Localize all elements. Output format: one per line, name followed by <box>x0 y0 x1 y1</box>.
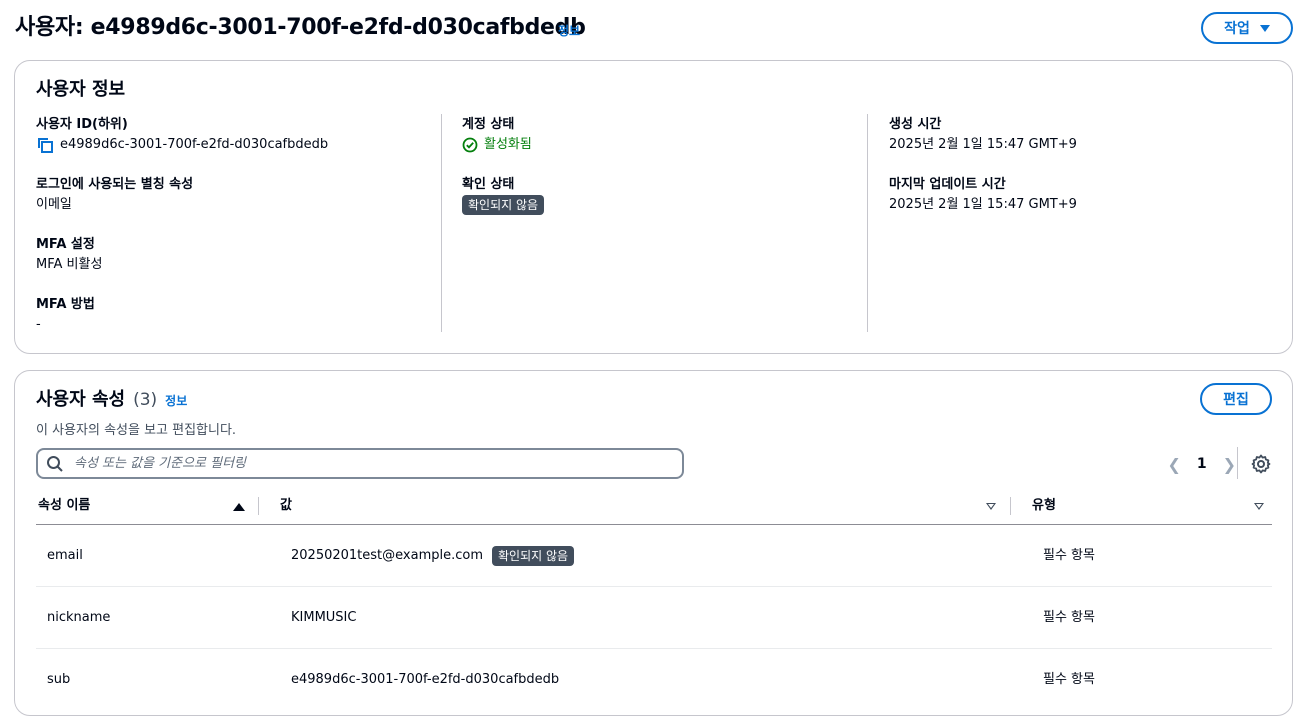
created-value: 2025년 2월 1일 15:47 GMT+9 <box>889 137 1077 152</box>
pagination: ❮ 1 ❯ <box>1167 453 1236 475</box>
actions-button-label: 작업 <box>1224 21 1250 37</box>
status-badge: 확인되지 않음 <box>492 546 575 566</box>
title-info-link[interactable]: 정보 <box>558 22 580 39</box>
copy-icon[interactable] <box>36 136 54 154</box>
table-row: email 20250201test@example.com 확인되지 않음 필… <box>36 525 1272 587</box>
alias-value: 이메일 <box>36 197 72 212</box>
user-info-container: 사용자 정보 사용자 ID(하위) e4989d6c-3001-700f-e2f… <box>14 60 1293 354</box>
next-page-icon[interactable]: ❯ <box>1223 455 1236 474</box>
column-header-name[interactable]: 속성 이름 <box>38 489 90 525</box>
page-header: 사용자: e4989d6c-3001-700f-e2fd-d030cafbded… <box>15 12 1293 44</box>
user-id-field: 사용자 ID(하위) e4989d6c-3001-700f-e2fd-d030c… <box>36 115 436 175</box>
pager-divider <box>1237 447 1238 479</box>
cell-attribute-name: nickname <box>47 610 111 625</box>
account-status-value: 활성화됨 <box>484 137 532 152</box>
account-status-field: 계정 상태 활성화됨 <box>462 115 862 175</box>
mfa-method-value: - <box>36 317 41 332</box>
previous-page-icon[interactable]: ❮ <box>1167 455 1180 474</box>
sort-icon[interactable] <box>1254 503 1264 510</box>
column-resizer[interactable] <box>258 497 259 515</box>
column-header-value[interactable]: 값 <box>280 489 292 525</box>
user-info-column-1: 사용자 ID(하위) e4989d6c-3001-700f-e2fd-d030c… <box>36 115 436 355</box>
column-header-type[interactable]: 유형 <box>1032 489 1056 525</box>
attributes-table: 속성 이름 값 유형 email 20250201test@example.co… <box>36 489 1272 711</box>
created-label: 생성 시간 <box>889 117 942 132</box>
attributes-info-link[interactable]: 정보 <box>165 392 187 409</box>
confirmation-status-label: 확인 상태 <box>462 177 515 192</box>
mfa-setting-value: MFA 비활성 <box>36 257 103 272</box>
check-circle-icon <box>462 137 478 153</box>
cell-value: 20250201test@example.com 확인되지 않음 <box>291 525 575 587</box>
account-status-value-row: 활성화됨 <box>462 135 862 155</box>
user-id-label: 사용자 ID(하위) <box>36 117 128 132</box>
table-header: 속성 이름 값 유형 <box>36 489 1272 525</box>
alias-label: 로그인에 사용되는 별칭 속성 <box>36 177 194 192</box>
page-title: 사용자: e4989d6c-3001-700f-e2fd-d030cafbded… <box>15 15 586 40</box>
created-field: 생성 시간 2025년 2월 1일 15:47 GMT+9 <box>889 115 1269 175</box>
user-attributes-container: 사용자 속성 (3) 정보 이 사용자의 속성을 보고 편집합니다. 편집 ❮ … <box>14 370 1293 716</box>
column-divider <box>867 114 868 332</box>
cell-attribute-name: email <box>47 548 83 563</box>
cell-value: e4989d6c-3001-700f-e2fd-d030cafbdedb <box>291 672 560 687</box>
attributes-count: (3) <box>133 390 158 410</box>
mfa-method-field: MFA 방법 - <box>36 295 436 355</box>
cell-value: KIMMUSIC <box>291 610 357 625</box>
filter-search-box[interactable] <box>36 448 684 479</box>
cell-type: 필수 항목 <box>1043 610 1095 625</box>
caret-down-icon <box>1259 24 1270 32</box>
alias-field: 로그인에 사용되는 별칭 속성 이메일 <box>36 175 436 235</box>
status-badge: 확인되지 않음 <box>462 195 545 215</box>
edit-button[interactable]: 편집 <box>1200 383 1272 415</box>
actions-dropdown-button[interactable]: 작업 <box>1201 12 1293 44</box>
current-page-number[interactable]: 1 <box>1197 456 1207 472</box>
cell-type: 필수 항목 <box>1043 548 1095 563</box>
user-id-value: e4989d6c-3001-700f-e2fd-d030cafbdedb <box>60 137 329 152</box>
search-icon <box>47 455 63 472</box>
column-resizer[interactable] <box>1010 497 1011 515</box>
updated-value: 2025년 2월 1일 15:47 GMT+9 <box>889 197 1077 212</box>
mfa-setting-label: MFA 설정 <box>36 237 95 252</box>
confirmation-status-field: 확인 상태 확인되지 않음 <box>462 175 862 235</box>
user-info-title: 사용자 정보 <box>36 79 126 100</box>
account-status-label: 계정 상태 <box>462 117 515 132</box>
cell-value-text: 20250201test@example.com <box>291 548 483 563</box>
gear-icon[interactable] <box>1250 453 1272 475</box>
cell-type: 필수 항목 <box>1043 672 1095 687</box>
user-info-column-3: 생성 시간 2025년 2월 1일 15:47 GMT+9 마지막 업데이트 시… <box>889 115 1269 235</box>
user-info-column-2: 계정 상태 활성화됨 확인 상태 확인되지 않음 <box>462 115 862 235</box>
attributes-title: 사용자 속성 <box>36 389 126 410</box>
table-row: sub e4989d6c-3001-700f-e2fd-d030cafbdedb… <box>36 649 1272 711</box>
user-id-value-row: e4989d6c-3001-700f-e2fd-d030cafbdedb <box>36 135 436 155</box>
mfa-setting-field: MFA 설정 MFA 비활성 <box>36 235 436 295</box>
table-row: nickname KIMMUSIC 필수 항목 <box>36 587 1272 649</box>
updated-field: 마지막 업데이트 시간 2025년 2월 1일 15:47 GMT+9 <box>889 175 1269 235</box>
attributes-description: 이 사용자의 속성을 보고 편집합니다. <box>36 423 237 438</box>
filter-input[interactable] <box>74 456 654 471</box>
updated-label: 마지막 업데이트 시간 <box>889 177 1006 192</box>
attributes-header: 사용자 속성 (3) 정보 <box>36 385 187 411</box>
mfa-method-label: MFA 방법 <box>36 297 95 312</box>
cell-attribute-name: sub <box>47 672 71 687</box>
sort-ascending-icon[interactable] <box>233 503 245 511</box>
sort-icon[interactable] <box>986 503 996 510</box>
column-divider <box>441 114 442 332</box>
